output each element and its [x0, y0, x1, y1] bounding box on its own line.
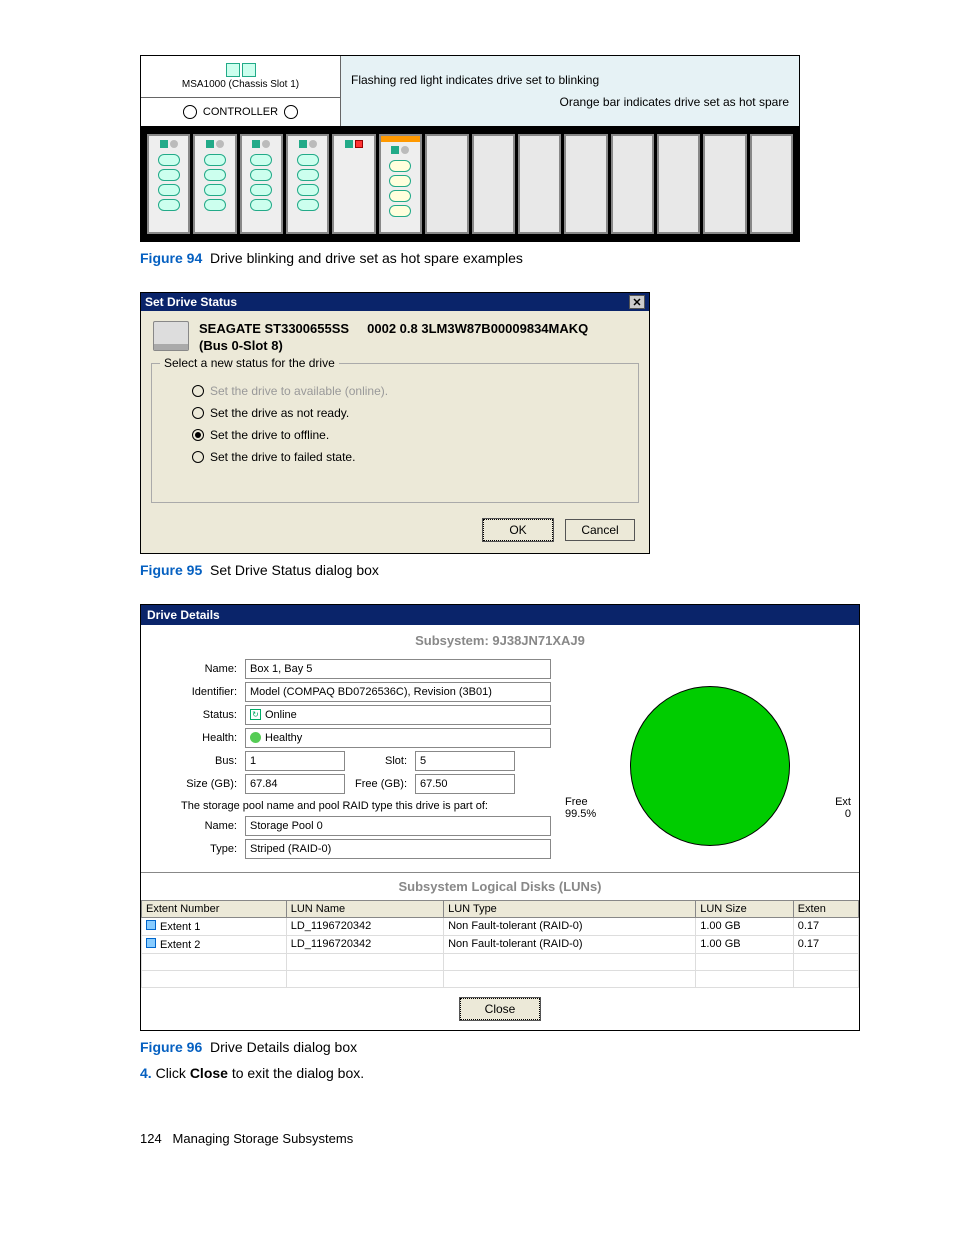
label-health: Health: — [155, 732, 245, 744]
page-footer: 124 Managing Storage Subsystems — [140, 1131, 854, 1146]
field-health: Healthy — [245, 728, 551, 748]
led-right — [284, 105, 298, 119]
controller-label: CONTROLLER — [203, 106, 278, 118]
field-status: ↻ Online — [245, 705, 551, 725]
subsystem-header: Subsystem: 9J38JN71XAJ9 — [141, 625, 859, 656]
lun-col-header: LUN Name — [286, 900, 443, 917]
cancel-button[interactable]: Cancel — [565, 519, 635, 541]
lun-col-header: Extent Number — [142, 900, 287, 917]
radio-failed-label: Set the drive to failed state. — [210, 450, 355, 464]
step-4: 4. Click Close to exit the dialog box. — [140, 1065, 854, 1081]
chassis-label: MSA1000 (Chassis Slot 1) — [182, 79, 299, 90]
dialog-title: Drive Details — [147, 608, 220, 622]
field-free: 67.50 — [415, 774, 515, 794]
radio-offline[interactable] — [192, 429, 204, 441]
table-row[interactable]: Extent 2LD_1196720342Non Fault-tolerant … — [142, 935, 859, 953]
online-icon: ↻ — [250, 709, 261, 720]
label-name: Name: — [155, 663, 245, 675]
label-slot: Slot: — [345, 755, 415, 767]
drive-slots-row — [141, 126, 799, 241]
label-free: Free (GB): — [345, 778, 415, 790]
chart-free-label: Free — [565, 796, 596, 808]
label-poolname: Name: — [155, 820, 245, 832]
pool-note: The storage pool name and pool RAID type… — [181, 800, 551, 812]
annotation-flash: Flashing red light indicates drive set t… — [351, 73, 789, 87]
chart-ext-label: Ext — [835, 796, 851, 808]
chart-free-pct: 99.5% — [565, 808, 596, 820]
table-row — [142, 953, 859, 970]
table-row — [142, 970, 859, 987]
capacity-pie-chart: Free 99.5% Ext 0 — [561, 656, 859, 872]
chassis-label-box: MSA1000 (Chassis Slot 1) — [141, 56, 340, 98]
close-button[interactable]: Close — [460, 998, 540, 1020]
field-slot: 5 — [415, 751, 515, 771]
field-bus: 1 — [245, 751, 345, 771]
dialog-title: Set Drive Status — [145, 295, 237, 309]
drive-serial: 0002 0.8 3LM3W87B00009834MAKQ — [367, 321, 588, 336]
label-type: Type: — [155, 843, 245, 855]
close-icon[interactable]: ✕ — [629, 295, 645, 309]
set-drive-status-dialog: Set Drive Status ✕ SEAGATE ST3300655SS 0… — [140, 292, 650, 554]
label-size: Size (GB): — [155, 778, 245, 790]
field-size: 67.84 — [245, 774, 345, 794]
radio-available-label: Set the drive to available (online). — [210, 384, 388, 398]
led-left — [183, 105, 197, 119]
radio-failed[interactable] — [192, 451, 204, 463]
chart-ext-val: 0 — [835, 808, 851, 820]
field-identifier: Model (COMPAQ BD0726536C), Revision (3B0… — [245, 682, 551, 702]
drive-details-dialog: Drive Details Subsystem: 9J38JN71XAJ9 Na… — [140, 604, 860, 1031]
field-poolname: Storage Pool 0 — [245, 816, 551, 836]
radio-offline-label: Set the drive to offline. — [210, 428, 329, 442]
radio-notready-label: Set the drive as not ready. — [210, 406, 349, 420]
lun-section-title: Subsystem Logical Disks (LUNs) — [141, 872, 859, 900]
drive-icon — [153, 321, 189, 351]
figure94-caption: Figure 94 Drive blinking and drive set a… — [140, 250, 854, 266]
figure95-caption: Figure 95 Set Drive Status dialog box — [140, 562, 854, 578]
fieldset-legend: Select a new status for the drive — [160, 356, 339, 370]
table-row[interactable]: Extent 1LD_1196720342Non Fault-tolerant … — [142, 917, 859, 935]
red-led-icon — [355, 140, 363, 148]
healthy-icon — [250, 732, 261, 743]
lun-col-header: LUN Type — [444, 900, 696, 917]
drive-location: (Bus 0-Slot 8) — [199, 338, 588, 355]
label-identifier: Identifier: — [155, 686, 245, 698]
lun-col-header: LUN Size — [696, 900, 793, 917]
lun-col-header: Exten — [793, 900, 858, 917]
field-type: Striped (RAID-0) — [245, 839, 551, 859]
field-name: Box 1, Bay 5 — [245, 659, 551, 679]
drive-model: SEAGATE ST3300655SS — [199, 321, 349, 336]
radio-available[interactable] — [192, 385, 204, 397]
orange-hotspare-bar — [381, 136, 420, 142]
figure96-caption: Figure 96 Drive Details dialog box — [140, 1039, 854, 1055]
label-bus: Bus: — [155, 755, 245, 767]
ok-button[interactable]: OK — [483, 519, 553, 541]
label-status: Status: — [155, 709, 245, 721]
radio-notready[interactable] — [192, 407, 204, 419]
annotation-orange: Orange bar indicates drive set as hot sp… — [351, 95, 789, 109]
chassis-diagram: MSA1000 (Chassis Slot 1) CONTROLLER Flas… — [140, 55, 800, 242]
lun-table: Extent NumberLUN NameLUN TypeLUN SizeExt… — [141, 900, 859, 988]
